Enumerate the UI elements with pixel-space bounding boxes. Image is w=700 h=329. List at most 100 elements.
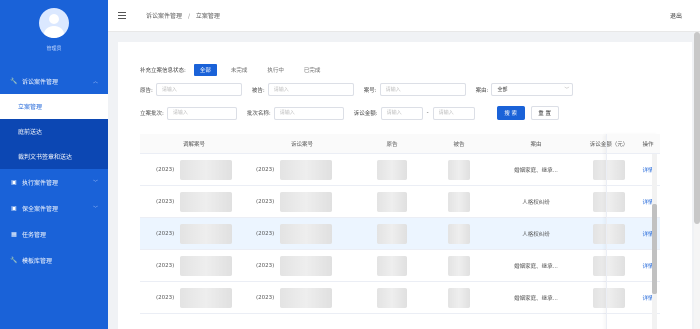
col-mediation-no: 调解案号 xyxy=(182,141,205,148)
status-tab-complete[interactable]: 已完成 xyxy=(298,64,327,76)
sidebar-item-execution[interactable]: ▣ 执行案件管理 ﹀ xyxy=(0,169,108,195)
avatar[interactable] xyxy=(39,8,69,38)
page-scrollbar[interactable] xyxy=(694,32,700,329)
search-button[interactable]: 搜 索 xyxy=(496,106,525,120)
amount-label: 诉讼金额: xyxy=(353,111,378,117)
cause-select-value[interactable] xyxy=(491,83,574,96)
chevron-up-icon: ︿ xyxy=(92,78,98,85)
status-filter-label: 补充立案信息状态: xyxy=(140,68,186,74)
defendant-input[interactable] xyxy=(267,83,354,96)
plaintiff-field: 原告: xyxy=(140,83,242,96)
litigation-no-prefix: (2023) xyxy=(256,262,275,269)
breadcrumb-item[interactable]: 诉讼案件管理 xyxy=(146,13,182,20)
mediation-no-prefix: (2023) xyxy=(156,262,175,269)
breadcrumb: 诉讼案件管理 / 立案管理 xyxy=(146,13,220,20)
sidebar-item-pretrial-service[interactable]: 庭前送达 xyxy=(0,119,108,144)
redacted-value xyxy=(280,223,333,244)
briefcase-icon: ▣ xyxy=(11,204,17,212)
batch-field: 立案批次: xyxy=(140,106,237,120)
table-row-highlighted[interactable]: (2023) (2023) 人格权纠纷 详情 xyxy=(140,218,660,250)
batch-input[interactable] xyxy=(166,106,237,120)
litigation-no-prefix: (2023) xyxy=(256,294,275,301)
wrench-icon: 🔧 xyxy=(10,77,18,85)
redacted-value xyxy=(448,191,470,212)
content-card: 补充立案信息状态: 全部 未完成 执行中 已完成 原告: 被告: 案号: 案由:… xyxy=(118,42,692,329)
sidebar-item-label: 模板库管理 xyxy=(22,257,53,265)
case-table: 调解案号 诉讼案号 原告 被告 案由 诉讼金额（元） 操作 (2023) (20… xyxy=(140,134,660,314)
amount-max-input[interactable] xyxy=(432,106,475,120)
table-row[interactable]: (2023) (2023) 婚姻家庭、继承... 详情 xyxy=(140,154,660,186)
redacted-value xyxy=(377,287,407,308)
redacted-value xyxy=(377,223,407,244)
cause-cell: 婚姻家庭、继承... xyxy=(514,295,558,302)
col-cause: 案由 xyxy=(530,141,542,148)
litigation-no-prefix: (2023) xyxy=(256,198,275,205)
sidebar-item-judgment-sign[interactable]: 裁判文书签章和送达 xyxy=(0,144,108,169)
redacted-value xyxy=(377,255,407,276)
chevron-down-icon: ﹀ xyxy=(92,205,98,212)
wrench-icon: 🔧 xyxy=(10,256,18,264)
col-plaintiff: 原告 xyxy=(386,141,398,148)
reset-button[interactable]: 重 置 xyxy=(530,106,559,120)
cause-cell: 婚姻家庭、继承... xyxy=(514,263,558,270)
batch-name-label: 批次名称: xyxy=(246,111,271,117)
sidebar-item-preservation[interactable]: ▣ 保全案件管理 ﹀ xyxy=(0,195,108,221)
plaintiff-input[interactable] xyxy=(155,83,242,96)
breadcrumb-current: 立案管理 xyxy=(195,13,220,20)
status-tab-incomplete[interactable]: 未完成 xyxy=(225,64,254,76)
table-header: 调解案号 诉讼案号 原告 被告 案由 诉讼金额（元） 操作 xyxy=(140,134,660,154)
mediation-no-prefix: (2023) xyxy=(156,230,175,237)
cause-cell: 人格权纠纷 xyxy=(522,199,550,206)
status-tab-all[interactable]: 全部 xyxy=(193,64,217,76)
litigation-no-prefix: (2023) xyxy=(256,230,275,237)
mediation-no-prefix: (2023) xyxy=(156,294,175,301)
cause-cell: 婚姻家庭、继承... xyxy=(514,167,558,174)
table-scrollbar[interactable] xyxy=(652,154,657,329)
table-row[interactable]: (2023) (2023) 人格权纠纷 详情 xyxy=(140,186,660,218)
redacted-value xyxy=(448,223,470,244)
sidebar-item-litigation[interactable]: 🔧 诉讼案件管理 ︿ xyxy=(0,68,108,94)
sidebar-item-templates[interactable]: 🔧 模板库管理 xyxy=(0,247,108,273)
redacted-value xyxy=(593,159,625,180)
sidebar: 管理员 🔧 诉讼案件管理 ︿ 立案管理 庭前送达 裁判文书签章和送达 ▣ 执行案… xyxy=(0,0,108,329)
redacted-value xyxy=(377,159,407,180)
table-row[interactable]: (2023) (2023) 婚姻家庭、继承... 详情 xyxy=(140,250,660,282)
batch-label: 立案批次: xyxy=(140,111,164,117)
redacted-value xyxy=(280,287,333,308)
filter-row-2: 立案批次: 批次名称: 诉讼金额: - 搜 索 重 置 xyxy=(140,106,559,120)
mediation-no-prefix: (2023) xyxy=(156,198,175,205)
redacted-value xyxy=(180,287,233,308)
table-row[interactable]: (2023) (2023) 婚姻家庭、继承... 详情 xyxy=(140,282,660,314)
sidebar-item-label: 执行案件管理 xyxy=(22,179,59,187)
sidebar-item-label: 任务管理 xyxy=(22,231,47,239)
amount-range-separator: - xyxy=(426,110,429,116)
case-number-input[interactable] xyxy=(379,83,466,96)
submenu-litigation: 立案管理 庭前送达 裁判文书签章和送达 xyxy=(0,94,108,169)
redacted-value xyxy=(280,191,333,212)
chevron-down-icon: ﹀ xyxy=(564,87,570,93)
briefcase-icon: ▣ xyxy=(11,178,17,186)
mediation-no-prefix: (2023) xyxy=(156,166,175,173)
redacted-value xyxy=(593,191,625,212)
status-filter: 补充立案信息状态: 全部 未完成 执行中 已完成 xyxy=(140,64,326,76)
redacted-value xyxy=(593,287,625,308)
batch-name-input[interactable] xyxy=(273,106,344,120)
redacted-value xyxy=(180,191,233,212)
logout-button[interactable]: 退出 xyxy=(670,11,682,20)
filter-row-1: 原告: 被告: 案号: 案由: ﹀ xyxy=(140,83,574,96)
menu-toggle-icon[interactable] xyxy=(118,12,126,19)
amount-min-input[interactable] xyxy=(380,106,423,120)
sidebar-item-filing[interactable]: 立案管理 xyxy=(0,94,108,119)
case-number-label: 案号: xyxy=(363,87,377,94)
col-litigation-no: 诉讼案号 xyxy=(290,141,313,148)
user-profile: 管理员 xyxy=(0,0,108,68)
sidebar-item-tasks[interactable]: ▦ 任务管理 xyxy=(0,221,108,247)
cause-select[interactable]: ﹀ xyxy=(491,83,574,96)
redacted-value xyxy=(593,223,625,244)
col-defendant: 被告 xyxy=(453,141,465,148)
username: 管理员 xyxy=(46,46,62,52)
litigation-no-prefix: (2023) xyxy=(256,166,275,173)
redacted-value xyxy=(180,255,233,276)
status-tab-in-progress[interactable]: 执行中 xyxy=(261,64,290,76)
redacted-value xyxy=(448,255,470,276)
